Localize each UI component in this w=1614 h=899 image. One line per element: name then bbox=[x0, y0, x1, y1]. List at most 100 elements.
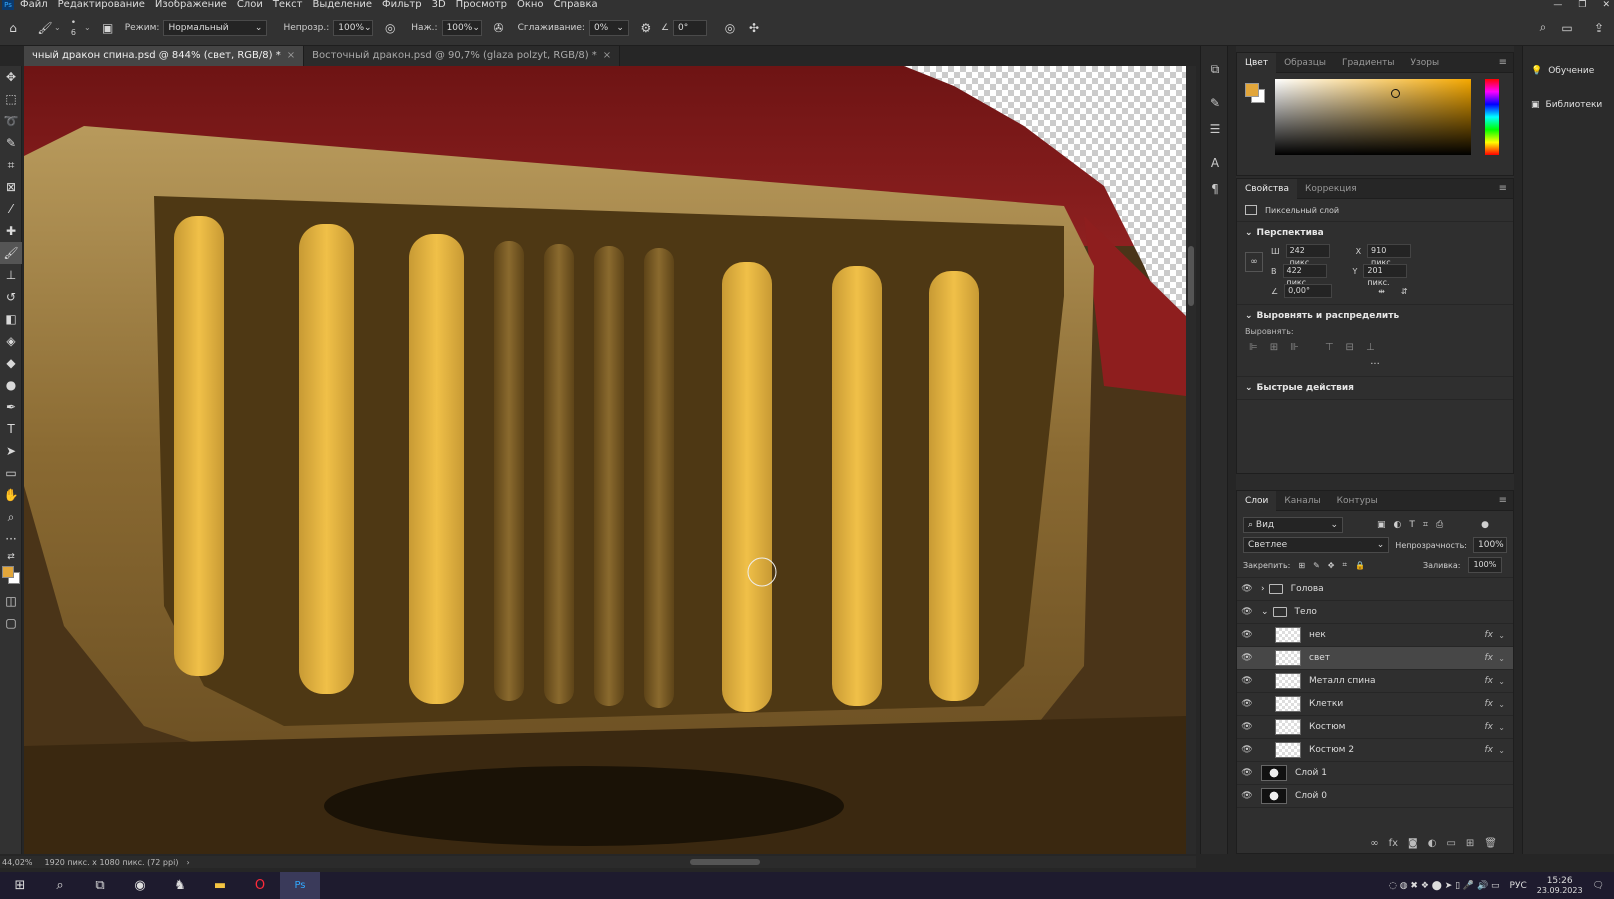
visibility-eye-icon[interactable]: 👁 bbox=[1237, 607, 1257, 617]
visibility-eye-icon[interactable]: 👁 bbox=[1237, 584, 1257, 594]
chevron-down-icon[interactable]: ⌄ bbox=[1245, 383, 1253, 393]
align-right-icon[interactable]: ⊪ bbox=[1290, 342, 1299, 353]
layer-effects-icon[interactable]: fx bbox=[1485, 745, 1494, 755]
blend-mode-select[interactable]: Светлее ⌄ bbox=[1243, 537, 1390, 553]
hand-tool-icon[interactable]: ✋ bbox=[0, 484, 22, 506]
layer-row[interactable]: 👁 нек fx ⌄ bbox=[1237, 624, 1513, 647]
flip-vertical-icon[interactable]: ⇵ bbox=[1401, 287, 1408, 296]
link-layers-icon[interactable]: ∞ bbox=[1370, 838, 1378, 849]
character-icon[interactable]: A bbox=[1201, 150, 1229, 176]
layer-effects-icon[interactable]: fx bbox=[1485, 630, 1494, 640]
lock-all-icon[interactable]: 🔒 bbox=[1355, 561, 1365, 570]
link-icon[interactable]: ∞ bbox=[1245, 252, 1263, 272]
tab-paths[interactable]: Контуры bbox=[1329, 491, 1386, 511]
learn-panel-button[interactable]: 💡 Обучение bbox=[1523, 54, 1614, 88]
tab-patterns[interactable]: Узоры bbox=[1403, 53, 1448, 73]
zoom-tool-icon[interactable]: ⌕ bbox=[0, 506, 22, 528]
clock[interactable]: 15:26 23.09.2023 bbox=[1537, 876, 1583, 896]
minimize-icon[interactable]: — bbox=[1553, 0, 1562, 10]
menu-item[interactable]: Текст bbox=[273, 0, 303, 10]
share-icon[interactable]: ⇪ bbox=[1590, 19, 1608, 37]
pressure-opacity-icon[interactable]: ◎ bbox=[381, 19, 399, 37]
color-picker-marker[interactable] bbox=[1391, 89, 1400, 98]
tab-color[interactable]: Цвет bbox=[1237, 52, 1277, 73]
chevron-down-icon[interactable]: ⌄ bbox=[1498, 677, 1505, 686]
menu-item[interactable]: Справка bbox=[554, 0, 598, 10]
filter-pixel-icon[interactable]: ▣ bbox=[1377, 520, 1386, 530]
layer-row[interactable]: 👁 Слой 1 bbox=[1237, 762, 1513, 785]
windows-start-icon[interactable]: ⊞ bbox=[0, 872, 40, 899]
chevron-down-icon[interactable]: ⌄ bbox=[1498, 631, 1505, 640]
layer-effects-icon[interactable]: fx bbox=[1485, 722, 1494, 732]
crop-tool-icon[interactable]: ⌗ bbox=[0, 154, 22, 176]
layer-effects-icon[interactable]: fx bbox=[1485, 676, 1494, 686]
brush-tool-icon[interactable]: 🖌 bbox=[0, 242, 22, 264]
maximize-icon[interactable]: ❐ bbox=[1578, 0, 1586, 10]
search-icon[interactable]: ⌕ bbox=[1534, 19, 1552, 37]
notifications-icon[interactable]: 🗨 bbox=[1593, 881, 1604, 891]
dodge-tool-icon[interactable]: ● bbox=[0, 374, 22, 396]
layer-opacity-input[interactable]: 100% bbox=[1473, 537, 1507, 553]
fill-input[interactable]: 100% bbox=[1468, 557, 1503, 573]
group-toggle-icon[interactable]: ⌄ bbox=[1261, 607, 1269, 617]
visibility-eye-icon[interactable]: 👁 bbox=[1237, 630, 1257, 640]
filter-adjust-icon[interactable]: ◐ bbox=[1394, 520, 1402, 530]
y-input[interactable]: 201 пикс. bbox=[1363, 264, 1408, 287]
chevron-down-icon[interactable]: ⌄ bbox=[1498, 723, 1505, 732]
swap-colors-icon[interactable]: ⇄ bbox=[0, 550, 22, 564]
layer-row[interactable]: 👁 Слой 0 bbox=[1237, 785, 1513, 808]
close-icon[interactable]: ✕ bbox=[1602, 0, 1610, 10]
x-input[interactable]: 910 пикс. bbox=[1367, 244, 1412, 267]
history-icon[interactable]: ⧉ bbox=[1201, 56, 1229, 82]
healing-tool-icon[interactable]: ✚ bbox=[0, 220, 22, 242]
lock-position-icon[interactable]: ✥ bbox=[1328, 561, 1335, 570]
more-options-icon[interactable]: ··· bbox=[1245, 359, 1505, 370]
layer-row[interactable]: 👁 ⌄ Тело bbox=[1237, 601, 1513, 624]
lock-transparent-icon[interactable]: ⊞ bbox=[1298, 561, 1305, 570]
filter-toggle-icon[interactable]: ● bbox=[1481, 520, 1489, 530]
paint-bucket-tool-icon[interactable]: ◈ bbox=[0, 330, 22, 352]
hue-slider[interactable] bbox=[1485, 79, 1499, 155]
new-layer-icon[interactable]: ⊞ bbox=[1466, 838, 1474, 849]
close-tab-icon[interactable]: × bbox=[287, 50, 295, 61]
visibility-eye-icon[interactable]: 👁 bbox=[1237, 676, 1257, 686]
menu-item[interactable]: Окно bbox=[517, 0, 544, 10]
align-center-h-icon[interactable]: ⊞ bbox=[1270, 342, 1278, 353]
close-tab-icon[interactable]: × bbox=[603, 50, 611, 61]
tab-properties[interactable]: Свойства bbox=[1237, 178, 1297, 199]
preset-chevron-icon[interactable]: ⌄ bbox=[54, 23, 61, 32]
add-mask-icon[interactable]: ◙ bbox=[1408, 838, 1418, 849]
path-select-tool-icon[interactable]: ➤ bbox=[0, 440, 22, 462]
visibility-eye-icon[interactable]: 👁 bbox=[1237, 653, 1257, 663]
panel-menu-icon[interactable]: ≡ bbox=[1499, 183, 1507, 194]
foreground-color-swatch[interactable] bbox=[2, 566, 14, 578]
quick-mask-icon[interactable]: ◫ bbox=[0, 590, 22, 612]
filter-type-icon[interactable]: T bbox=[1409, 520, 1415, 530]
size-chevron-icon[interactable]: ⌄ bbox=[84, 23, 91, 32]
menu-item[interactable]: Файл bbox=[20, 0, 48, 10]
blur-tool-icon[interactable]: ◆ bbox=[0, 352, 22, 374]
history-brush-tool-icon[interactable]: ↺ bbox=[0, 286, 22, 308]
eraser-tool-icon[interactable]: ◧ bbox=[0, 308, 22, 330]
tab-channels[interactable]: Каналы bbox=[1276, 491, 1328, 511]
input-language[interactable]: РУС bbox=[1510, 881, 1527, 891]
chevron-down-icon[interactable]: ⌄ bbox=[1498, 700, 1505, 709]
move-tool-icon[interactable]: ✥ bbox=[0, 66, 22, 88]
layer-row[interactable]: 👁 › Голова bbox=[1237, 578, 1513, 601]
layer-filter-select[interactable]: ⌕ Вид ⌄ bbox=[1243, 517, 1343, 533]
height-input[interactable]: 422 пикс. bbox=[1282, 264, 1327, 287]
libraries-panel-button[interactable]: ▣ Библиотеки bbox=[1523, 88, 1614, 122]
panel-menu-icon[interactable]: ≡ bbox=[1499, 495, 1507, 506]
pressure-input[interactable]: 100% ⌄ bbox=[441, 19, 482, 36]
filter-shape-icon[interactable]: ⌗ bbox=[1423, 520, 1428, 530]
workspace-icon[interactable]: ▭ bbox=[1558, 19, 1576, 37]
chevron-down-icon[interactable]: ⌄ bbox=[1498, 654, 1505, 663]
rectangle-tool-icon[interactable]: ▭ bbox=[0, 462, 22, 484]
chevron-down-icon[interactable]: ⌄ bbox=[1245, 228, 1253, 238]
quick-select-tool-icon[interactable]: ✎ bbox=[0, 132, 22, 154]
align-top-icon[interactable]: ⊤ bbox=[1325, 342, 1334, 353]
add-style-icon[interactable]: fx bbox=[1389, 838, 1398, 849]
color-swatches[interactable] bbox=[0, 564, 22, 590]
lock-artboard-icon[interactable]: ⌗ bbox=[1342, 560, 1347, 570]
home-icon[interactable]: ⌂ bbox=[4, 19, 22, 37]
